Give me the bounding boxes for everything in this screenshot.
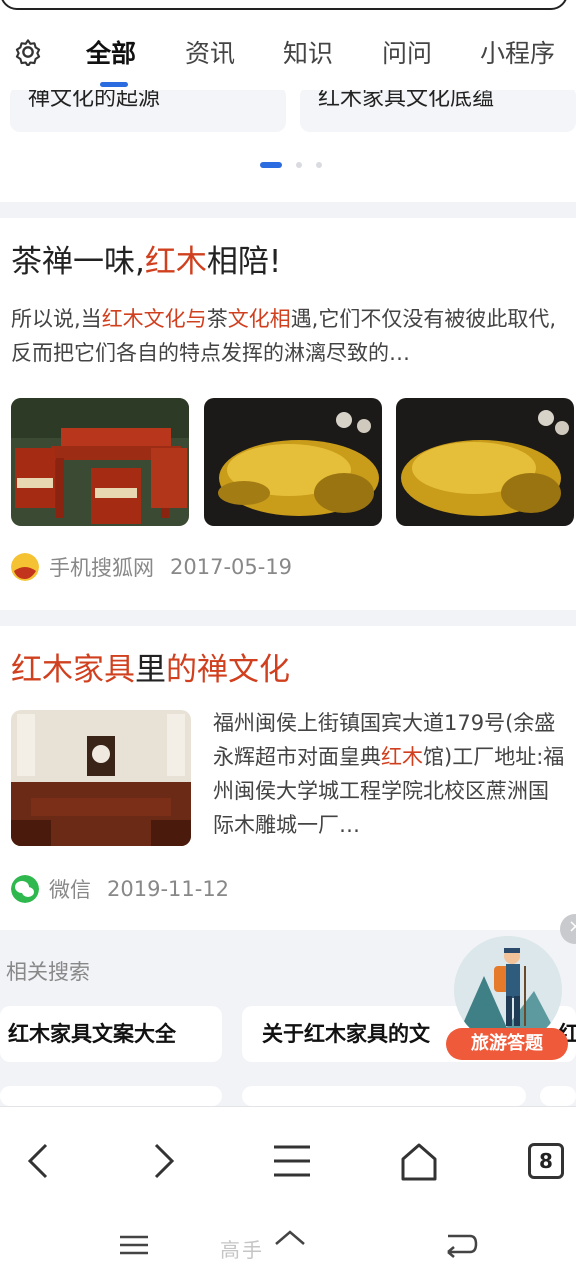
carousel-dot <box>296 162 302 168</box>
travel-quiz-ad[interactable]: 旅游答题 <box>446 936 568 1060</box>
related-search-chip[interactable] <box>540 1086 576 1106</box>
travel-quiz-button[interactable]: 旅游答题 <box>446 1028 568 1060</box>
carousel-item[interactable]: 红木家具文化底蕴 <box>300 90 576 132</box>
title-highlight: 红木家具 <box>11 652 135 688</box>
summary-highlight: 红木文化与 <box>101 307 207 331</box>
close-glyph: × <box>568 916 576 937</box>
summary-highlight: 文化相 <box>227 307 291 331</box>
redwood-room-photo[interactable] <box>11 710 191 846</box>
home-icon[interactable] <box>395 1137 443 1185</box>
summary-text: 茶 <box>206 307 228 331</box>
result-source: 手机搜狐网 2017-05-19 <box>11 552 292 582</box>
title-text: 相陪! <box>206 244 282 280</box>
carousel-dot-active <box>260 162 282 168</box>
tab-count: 8 <box>528 1143 564 1179</box>
tab-knowledge[interactable]: 知识 <box>283 38 333 70</box>
result-summary: 福州闽侯上街镇国宾大道179号(余盛永辉超市对面皇典红木馆)工厂地址:福州闽侯大… <box>213 706 569 842</box>
related-search-chip[interactable] <box>242 1086 526 1106</box>
system-nav-bar <box>0 1210 576 1280</box>
source-name: 微信 <box>49 878 91 902</box>
category-tabs: 全部 资讯 知识 问问 小程序 <box>0 20 576 90</box>
tab-qa[interactable]: 问问 <box>382 38 432 70</box>
result-date: 2017-05-19 <box>170 555 293 579</box>
menu-icon[interactable] <box>268 1137 316 1185</box>
active-tab-indicator <box>100 82 128 87</box>
carousel-item[interactable]: 禅文化的起源 <box>10 90 286 132</box>
browser-bottom-bar: 8 <box>0 1106 576 1210</box>
result-source: 微信 2019-11-12 <box>11 874 229 904</box>
carousel-item-label: 禅文化的起源 <box>28 90 161 111</box>
tab-news[interactable]: 资讯 <box>185 38 235 70</box>
search-bar[interactable] <box>0 0 568 10</box>
result-summary: 所以说,当红木文化与茶文化相遇,它们不仅没有被彼此取代,反而把它们各自的特点发挥… <box>11 302 569 370</box>
source-name: 手机搜狐网 <box>49 556 154 580</box>
wechat-logo-icon <box>11 875 39 903</box>
related-search-chip[interactable] <box>0 1086 222 1106</box>
result-title[interactable]: 茶禅一味,红木相陪! <box>11 242 281 282</box>
back-icon[interactable] <box>14 1137 62 1185</box>
root-carving-tray-photo[interactable] <box>204 398 382 526</box>
red-wood-tea-set-photo[interactable] <box>11 398 189 526</box>
related-search-chip[interactable]: 红木家具文案大全 <box>0 1006 222 1062</box>
recents-icon[interactable] <box>114 1228 154 1262</box>
search-result[interactable]: 茶禅一味,红木相陪! 所以说,当红木文化与茶文化相遇,它们不仅没有被彼此取代,反… <box>0 218 576 610</box>
tabs-icon[interactable]: 8 <box>522 1137 570 1185</box>
tab-mini-programs[interactable]: 小程序 <box>480 38 555 70</box>
watermark: 高手 <box>220 1238 264 1262</box>
title-text: 茶禅一味, <box>11 244 145 280</box>
title-highlight: 红木 <box>144 244 207 280</box>
related-searches-heading: 相关搜索 <box>6 960 90 984</box>
system-back-icon[interactable] <box>440 1228 480 1262</box>
forward-icon[interactable] <box>140 1137 188 1185</box>
tab-all[interactable]: 全部 <box>86 38 136 70</box>
system-home-icon[interactable] <box>270 1228 310 1262</box>
summary-text: 所以说,当 <box>11 307 102 331</box>
title-text: 里 <box>135 652 166 688</box>
carousel-item-label: 红木家具文化底蕴 <box>318 90 495 111</box>
chip-label: 关于红木家具的文 <box>262 1022 430 1046</box>
result-date: 2019-11-12 <box>107 877 230 901</box>
title-highlight: 的禅文化 <box>166 652 290 688</box>
result-title[interactable]: 红木家具里的禅文化 <box>11 650 290 690</box>
search-bar-area <box>0 0 576 20</box>
summary-highlight: 红木 <box>381 745 423 769</box>
search-result[interactable]: 红木家具里的禅文化 福州闽侯上街镇国宾大道179号(余盛永辉超市对面皇典红木馆)… <box>0 626 576 930</box>
carousel-card: 禅文化的起源 红木家具文化底蕴 <box>0 90 576 202</box>
sohu-logo-icon <box>11 553 39 581</box>
carousel-dot <box>316 162 322 168</box>
root-carving-tray-photo-2[interactable] <box>396 398 574 526</box>
gear-icon[interactable] <box>14 38 42 66</box>
